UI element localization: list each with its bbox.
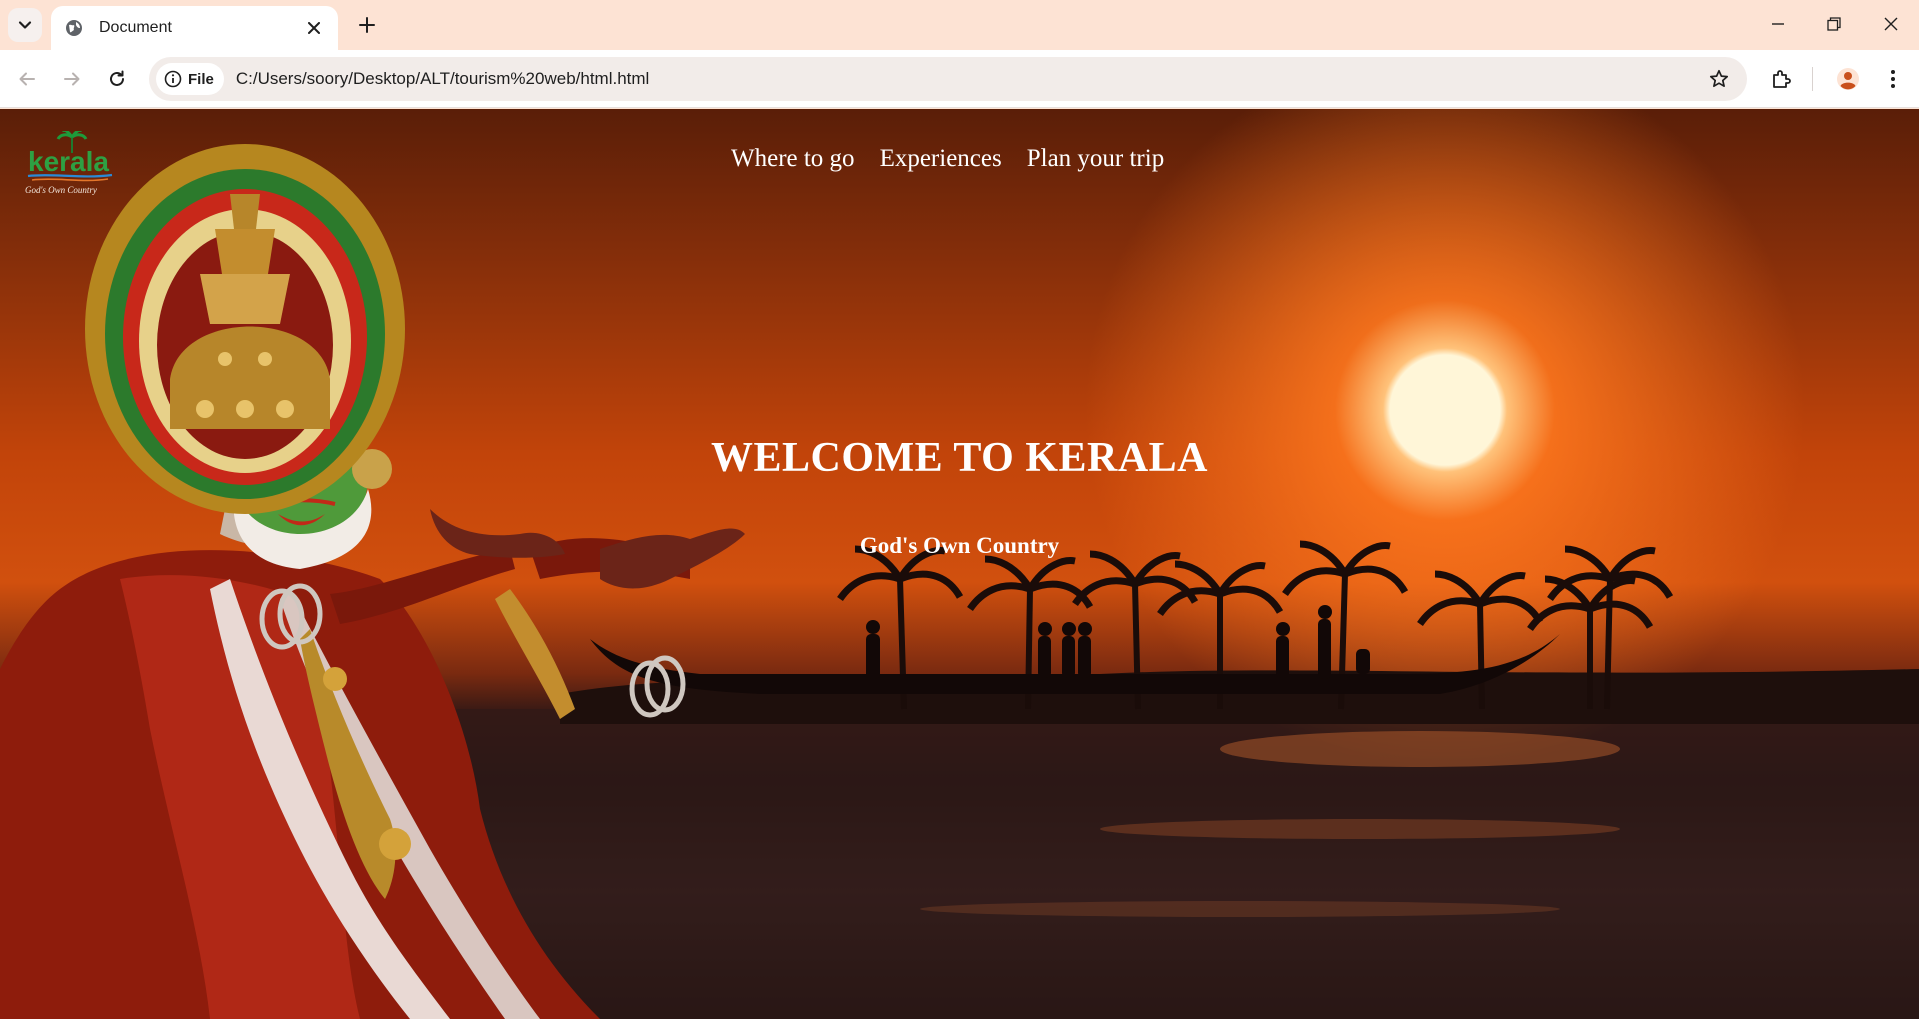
nav-plan-your-trip[interactable]: Plan your trip [1027,145,1165,173]
more-vertical-icon [1891,70,1895,88]
arrow-right-icon [64,72,80,86]
page-viewport: kerala God's Own Country Where to go Exp… [0,109,1919,1019]
close-window-button[interactable] [1863,0,1919,48]
restore-icon [1827,17,1841,31]
arrow-left-icon [19,72,35,86]
close-icon [1884,17,1898,31]
close-icon [308,22,320,34]
new-tab-button[interactable] [352,10,382,40]
restore-button[interactable] [1806,0,1862,48]
toolbar-divider [1812,67,1813,91]
kerala-logo[interactable]: kerala God's Own Country [22,131,122,201]
tab-search-button[interactable] [8,8,42,42]
browser-toolbar: File C:/Users/soory/Desktop/ALT/tourism%… [0,50,1919,108]
close-tab-button[interactable] [302,16,326,40]
tab-strip: Document [0,0,1919,50]
main-nav: Where to go Experiences Plan your trip [731,145,1164,173]
logo-wordmark: kerala [28,146,109,177]
star-icon [1709,69,1729,88]
reload-button[interactable] [100,62,134,96]
menu-button[interactable] [1876,62,1910,96]
minimize-icon [1772,23,1784,25]
back-button[interactable] [10,62,44,96]
address-bar[interactable]: File C:/Users/soory/Desktop/ALT/tourism%… [149,57,1747,101]
extensions-button[interactable] [1765,62,1799,96]
site-info-chip[interactable]: File [156,63,224,95]
hero-heading: WELCOME TO KERALA [710,435,1209,481]
puzzle-icon [1773,70,1791,88]
reload-icon [110,70,124,86]
browser-tab[interactable]: Document [51,6,338,50]
url-text[interactable]: C:/Users/soory/Desktop/ALT/tourism%20web… [236,69,649,89]
nav-where-to-go[interactable]: Where to go [731,145,855,173]
info-icon [164,70,182,88]
forward-button[interactable] [55,62,89,96]
site-info-label: File [188,70,214,88]
nav-experiences[interactable]: Experiences [880,145,1002,173]
chevron-down-icon [18,21,32,29]
plus-icon [359,17,375,33]
tab-title: Document [99,19,172,36]
bookmark-button[interactable] [1707,67,1731,91]
profile-button[interactable] [1831,62,1865,96]
hero-background-image [0,144,1919,1019]
avatar-icon [1837,68,1859,90]
minimize-button[interactable] [1750,0,1806,48]
globe-icon [63,17,85,39]
logo-tagline: God's Own Country [25,185,97,195]
hero-subheading: God's Own Country [859,533,1060,558]
